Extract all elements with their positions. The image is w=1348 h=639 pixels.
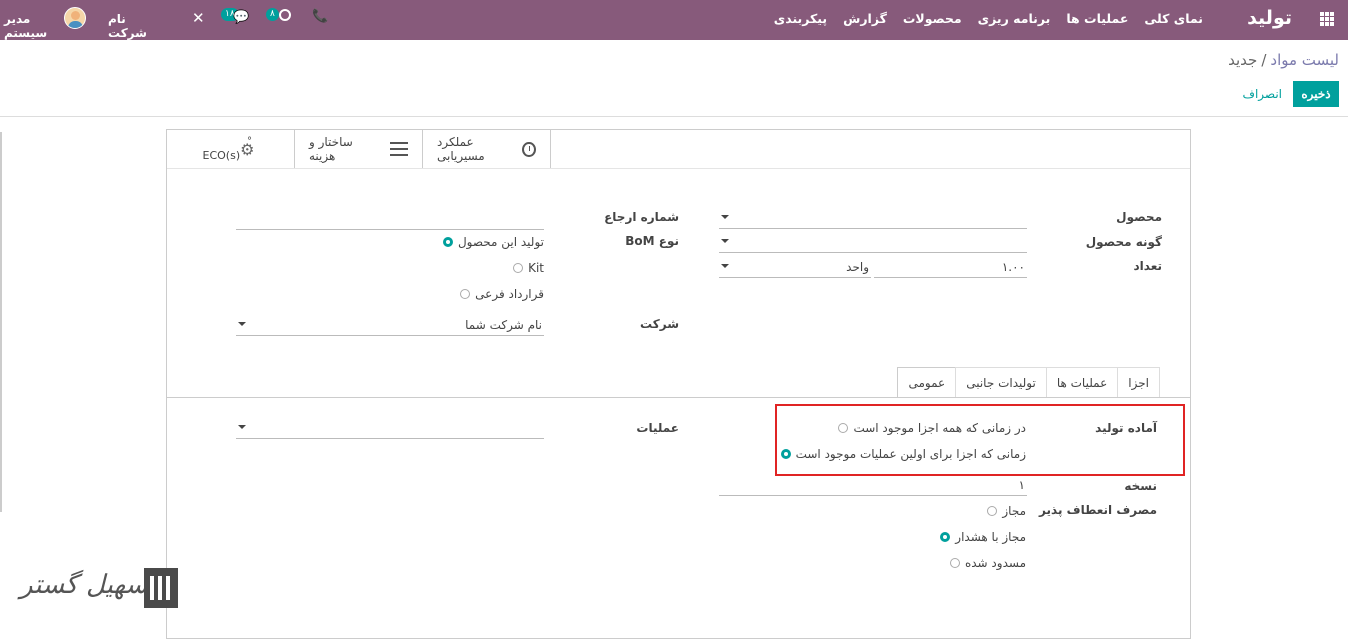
bom-type-manufacture[interactable]: تولید این محصول [442,235,544,249]
version-input[interactable]: ۱ [719,476,1027,496]
structure-label: ساختار و هزینه [309,135,353,163]
chevron-down-icon [721,215,729,219]
radio-checked[interactable] [940,532,951,542]
tab-by-products[interactable]: تولیدات جانبی [955,367,1047,397]
menu-item-reporting[interactable]: گزارش [843,11,887,26]
consumption-warning[interactable]: مجاز با هشدار [940,530,1026,544]
watermark-emblem-icon [144,568,178,608]
operations-label: عملیات [636,421,679,435]
app-brand: تولید [1247,7,1292,29]
version-value: ۱ [1018,478,1025,492]
product-select[interactable] [719,209,1027,229]
company-label: شرکت [640,317,679,331]
reference-label: شماره ارجاع [604,210,679,224]
tab-components[interactable]: اجزا [1117,367,1160,397]
breadcrumb-parent[interactable]: لیست مواد [1270,51,1339,69]
operation-select[interactable] [236,419,544,439]
company-value: نام شرکت شما [465,318,542,332]
variant-label: گونه محصول [1085,235,1162,249]
ready-first-operation[interactable]: زمانی که اجزا برای اولین عملیات موجود اس… [780,447,1026,461]
chat-icon[interactable]: 💬 [233,10,249,25]
chevron-down-icon [721,264,729,268]
save-button[interactable]: ذخیره [1293,81,1339,107]
bom-type-subcontracting[interactable]: قرارداد فرعی [460,287,544,301]
radio-checked[interactable] [442,237,453,247]
menu-item-planning[interactable]: برنامه ریزی [978,11,1051,26]
menu-item-configuration[interactable]: پیکربندی [774,11,827,26]
chevron-down-icon [238,425,246,429]
breadcrumb-separator: / [1261,51,1267,69]
avatar[interactable] [64,7,86,29]
quantity-input[interactable]: ۱.۰۰ [874,258,1027,278]
chevron-down-icon [721,239,729,243]
ready-to-produce-label: آماده تولید [1095,421,1157,435]
company-switcher[interactable]: نام شرکت شما [108,12,147,54]
chevron-down-icon [238,322,246,326]
highlight-box [775,404,1185,476]
product-label: محصول [1116,210,1162,224]
quantity-label: تعداد [1133,259,1162,273]
phone-icon[interactable]: 📞 [312,9,328,24]
apps-menu-icon[interactable] [1320,12,1334,26]
consumption-allowed[interactable]: مجاز [987,504,1026,518]
bom-type-label: نوع BoM [625,234,679,248]
company-select[interactable]: نام شرکت شما [236,316,544,336]
bom-type-kit[interactable]: Kit [513,261,544,275]
discard-button[interactable]: انصراف [1243,87,1282,101]
flexible-consumption-label: مصرف انعطاف پذیر [1039,503,1157,517]
quantity-value: ۱.۰۰ [1001,260,1025,274]
version-label: نسخه [1124,479,1157,493]
radio-checked[interactable] [780,449,791,459]
radio-unchecked[interactable] [949,558,960,568]
menu-item-products[interactable]: محصولات [903,11,962,26]
routing-performance-button[interactable]: عملکرد مسیریابی [423,130,551,168]
variant-select[interactable] [719,233,1027,253]
breadcrumb-current: جدید [1228,51,1258,69]
watermark-logo: تسهیل گستر [18,564,178,614]
user-name[interactable]: مدیر سیستم [4,12,47,40]
tabs-divider [167,397,1190,398]
uom-value: واحد [846,260,869,274]
reference-input[interactable] [236,210,544,230]
button-box-divider [167,168,1190,169]
activity-clock-icon[interactable] [279,9,291,21]
debug-icon[interactable]: ✕ [192,9,205,27]
uom-select[interactable]: واحد [719,258,871,278]
consumption-blocked[interactable]: مسدود شده [949,556,1026,570]
control-panel-divider [0,116,1348,117]
stat-button-box: ECO(s) ⚙ ° ساختار و هزینه عملکرد مسیریاب… [167,130,551,169]
activity-badge: ۸ [266,8,279,21]
menu-item-operations[interactable]: عملیات ها [1066,11,1128,26]
top-navbar: تولید نمای کلی عملیات ها برنامه ریزی محص… [0,0,1348,54]
breadcrumb: لیست مواد/جدید [1228,51,1339,69]
eco-stat-button[interactable]: ECO(s) ⚙ ° [167,130,295,168]
tab-operations[interactable]: عملیات ها [1045,367,1119,397]
routing-label: عملکرد مسیریابی [437,135,485,163]
eco-count: ° [247,136,252,147]
menu-item-overview[interactable]: نمای کلی [1144,11,1203,26]
structure-cost-button[interactable]: ساختار و هزینه [295,130,423,168]
radio-unchecked[interactable] [460,289,471,299]
ready-all-components[interactable]: در زمانی که همه اجزا موجود است [838,421,1026,435]
main-menu: نمای کلی عملیات ها برنامه ریزی محصولات گ… [774,11,1203,26]
notebook-tabs: اجزا عملیات ها تولیدات جانبی عمومی [897,367,1160,398]
eco-label: ECO(s) [202,148,241,162]
bars-icon [390,142,408,156]
form-sheet: ECO(s) ⚙ ° ساختار و هزینه عملکرد مسیریاب… [166,129,1191,639]
left-scroll-edge [0,132,2,512]
radio-unchecked[interactable] [513,263,524,273]
tab-general[interactable]: عمومی [897,367,957,398]
clock-icon [522,141,536,157]
radio-unchecked[interactable] [838,423,849,433]
watermark-text: تسهیل گستر [20,570,156,600]
radio-unchecked[interactable] [987,506,998,516]
